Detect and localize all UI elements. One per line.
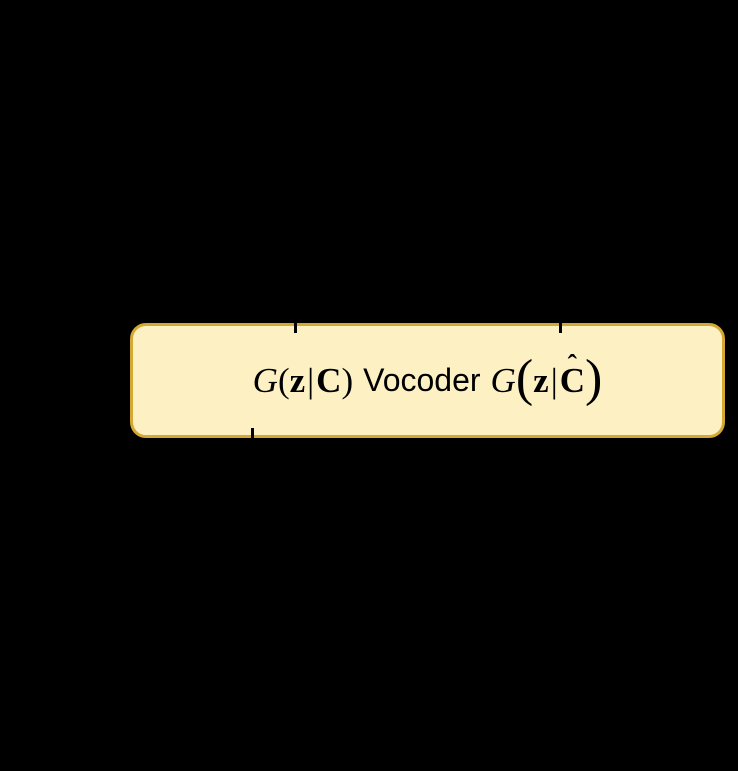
vocoder-block: G(z|C) Vocoder G(z|ˆC) <box>130 323 725 438</box>
var-z-left: z <box>290 361 306 401</box>
tick-bottom-left <box>251 428 254 438</box>
right-formula: G(z|ˆC) <box>491 355 603 407</box>
vocoder-label: Vocoder <box>363 362 480 399</box>
tick-top-left <box>294 323 297 333</box>
var-c-left: C <box>316 361 341 401</box>
var-z-right: z <box>533 361 549 401</box>
tick-top-right <box>559 323 562 333</box>
left-formula: G(z|C) <box>253 361 353 401</box>
tick-bottom-right <box>708 441 711 451</box>
hat-symbol: ˆ <box>568 350 577 382</box>
function-g-right: G <box>491 361 516 401</box>
function-g-left: G <box>253 361 278 401</box>
